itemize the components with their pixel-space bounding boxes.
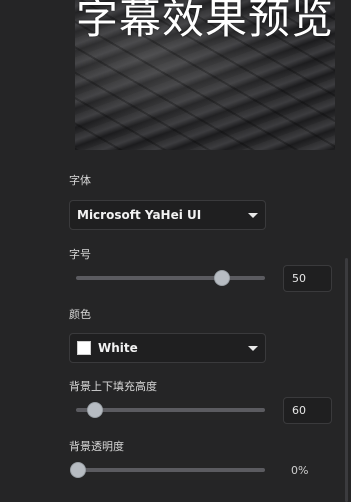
font-label: 字体 bbox=[69, 174, 91, 187]
chevron-down-icon bbox=[248, 345, 258, 351]
font-select-value: Microsoft YaHei UI bbox=[77, 208, 202, 222]
size-slider[interactable] bbox=[76, 270, 265, 286]
scrollbar[interactable] bbox=[345, 258, 348, 502]
color-select[interactable]: White bbox=[69, 333, 266, 363]
opacity-slider-thumb[interactable] bbox=[70, 462, 86, 478]
subtitle-preview: 字幕效果预览 bbox=[75, 0, 335, 150]
preview-subtitle-text: 字幕效果预览 bbox=[75, 0, 334, 43]
color-select-value: White bbox=[98, 341, 138, 355]
color-swatch bbox=[77, 341, 91, 355]
font-select[interactable]: Microsoft YaHei UI bbox=[69, 200, 266, 230]
size-label: 字号 bbox=[69, 248, 91, 261]
size-slider-thumb[interactable] bbox=[214, 270, 231, 286]
color-label: 颜色 bbox=[69, 308, 91, 321]
opacity-slider[interactable] bbox=[70, 462, 265, 478]
size-input[interactable]: 50 bbox=[283, 265, 332, 292]
padding-slider[interactable] bbox=[76, 402, 265, 418]
padding-label: 背景上下填充高度 bbox=[69, 380, 157, 393]
opacity-label: 背景透明度 bbox=[69, 440, 124, 453]
padding-input[interactable]: 60 bbox=[283, 397, 332, 424]
padding-slider-thumb[interactable] bbox=[86, 402, 103, 418]
chevron-down-icon bbox=[248, 212, 258, 218]
opacity-value: 0% bbox=[291, 464, 309, 477]
